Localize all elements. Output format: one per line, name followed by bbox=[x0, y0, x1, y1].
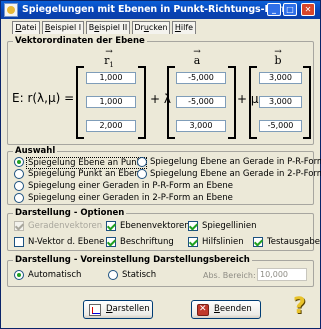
option-gerade-2p-an-ebene-radio[interactable] bbox=[14, 193, 24, 203]
testausgabe-label: Testausgabe bbox=[267, 237, 320, 247]
maximize-button[interactable]: □ bbox=[283, 3, 297, 16]
nvektor-checkbox[interactable] bbox=[14, 237, 24, 247]
darstellung-optionen-label: Darstellung - Optionen bbox=[13, 208, 127, 218]
equation-lhs: E: r(λ,μ) = bbox=[12, 91, 75, 105]
automatisch-radio[interactable] bbox=[14, 270, 24, 280]
option-gerade-pr-an-ebene[interactable]: Spiegelung einer Geraden in P-R-Form an … bbox=[28, 181, 233, 191]
voreinstellung-label: Darstellung - Voreinstellung Darstellung… bbox=[13, 255, 252, 265]
spiegellinien-checkbox[interactable] bbox=[188, 221, 198, 231]
b-header: → b bbox=[274, 47, 282, 67]
option-ebene-an-gerade-pr[interactable]: Spiegelung Ebene an Gerade in P-R-Form bbox=[150, 157, 321, 167]
a-bracket-left bbox=[167, 66, 175, 139]
ebenenvektoren-label: Ebenenvektoren bbox=[120, 221, 190, 231]
r1-bracket-left bbox=[76, 66, 84, 139]
hilfslinien-checkbox[interactable] bbox=[188, 237, 198, 247]
geradenvektoren-checkbox[interactable] bbox=[14, 221, 24, 231]
abs-bereich-label: Abs. Bereich: bbox=[203, 271, 256, 280]
option-gerade-pr-an-ebene-radio[interactable] bbox=[14, 181, 24, 191]
option-gerade-2p-an-ebene[interactable]: Spiegelung einer Geraden in 2-P-Form an … bbox=[28, 193, 233, 203]
menu-beispiel-2[interactable]: Beispiel II bbox=[86, 21, 130, 34]
r1-z-input[interactable]: 2,000 bbox=[86, 120, 136, 132]
option-ebene-an-gerade-2p-radio[interactable] bbox=[137, 169, 147, 179]
chart-icon bbox=[89, 304, 101, 316]
b-bracket-right bbox=[303, 66, 311, 139]
menu-bar: Datei Beispiel I Beispiel II Drucken Hil… bbox=[2, 20, 320, 34]
option-punkt-an-ebene[interactable]: Spiegelung Punkt an Ebene bbox=[28, 169, 145, 179]
a-z-input[interactable]: 3,000 bbox=[176, 120, 226, 132]
r1-bracket-right bbox=[138, 66, 146, 139]
a-bracket-right bbox=[228, 66, 236, 139]
option-ebene-an-gerade-2p[interactable]: Spiegelung Ebene an Gerade in 2-P-Form bbox=[150, 169, 321, 179]
darstellung-optionen-group: Darstellung - Optionen Geradenvektoren E… bbox=[7, 208, 320, 251]
hilfslinien-label: Hilfslinien bbox=[202, 237, 244, 247]
app-window: Spiegelungen mit Ebenen in Punkt-Richtun… bbox=[0, 0, 321, 329]
r1-header: → r1 bbox=[104, 47, 114, 70]
a-header: → a bbox=[193, 47, 201, 67]
exit-icon bbox=[197, 301, 209, 318]
title-bar: Spiegelungen mit Ebenen in Punkt-Richtun… bbox=[1, 1, 320, 19]
a-y-input[interactable]: -5,000 bbox=[176, 96, 226, 108]
auswahl-label: Auswahl bbox=[13, 146, 58, 156]
beschriftung-checkbox[interactable] bbox=[106, 237, 116, 247]
beschriftung-label: Beschriftung bbox=[120, 237, 174, 247]
statisch-radio[interactable] bbox=[108, 270, 118, 280]
nvektor-label: N-Vektor d. Ebene bbox=[28, 237, 105, 247]
option-ebene-an-punkt-radio[interactable] bbox=[14, 157, 24, 167]
geradenvektoren-label: Geradenvektoren bbox=[28, 221, 103, 231]
abs-bereich-input[interactable]: 10,000 bbox=[257, 268, 307, 281]
vector-coordinates-group: Vektorordinaten der Ebene E: r(λ,μ) = → r… bbox=[7, 36, 314, 145]
close-button[interactable]: ✕ bbox=[301, 3, 315, 16]
beenden-button[interactable]: Beenden bbox=[191, 300, 261, 319]
testausgabe-checkbox[interactable] bbox=[253, 237, 263, 247]
darstellen-button[interactable]: Darstellen bbox=[83, 300, 153, 319]
r1-y-input[interactable]: 1,000 bbox=[86, 96, 136, 108]
menu-beispiel-1[interactable]: Beispiel I bbox=[42, 21, 84, 34]
statisch-label[interactable]: Statisch bbox=[122, 270, 156, 280]
minimize-button[interactable]: _ bbox=[267, 3, 281, 16]
window-title: Spiegelungen mit Ebenen in Punkt-Richtun… bbox=[22, 4, 292, 15]
option-punkt-an-ebene-radio[interactable] bbox=[14, 169, 24, 179]
a-x-input[interactable]: -5,000 bbox=[176, 72, 226, 84]
b-x-input[interactable]: 3,000 bbox=[259, 72, 302, 84]
r1-x-input[interactable]: 1,000 bbox=[86, 72, 136, 84]
spiegellinien-label: Spiegellinien bbox=[202, 221, 257, 231]
b-z-input[interactable]: -5,000 bbox=[259, 120, 302, 132]
voreinstellung-group: Darstellung - Voreinstellung Darstellung… bbox=[7, 255, 314, 287]
ebenenvektoren-checkbox[interactable] bbox=[106, 221, 116, 231]
b-y-input[interactable]: 3,000 bbox=[259, 96, 302, 108]
vector-coordinates-label: Vektorordinaten der Ebene bbox=[13, 36, 147, 46]
menu-datei[interactable]: Datei bbox=[12, 21, 40, 34]
automatisch-label[interactable]: Automatisch bbox=[28, 270, 81, 280]
auswahl-group: Auswahl Spiegelung Ebene an Punkt Spiege… bbox=[7, 146, 321, 205]
help-icon[interactable]: ? bbox=[293, 294, 306, 319]
menu-drucken[interactable]: Drucken bbox=[132, 21, 170, 34]
b-bracket-left bbox=[249, 66, 257, 139]
option-ebene-an-gerade-pr-radio[interactable] bbox=[137, 157, 147, 167]
option-ebene-an-punkt[interactable]: Spiegelung Ebene an Punkt bbox=[26, 157, 147, 169]
menu-hilfe[interactable]: Hilfe bbox=[172, 21, 196, 34]
app-icon bbox=[4, 3, 18, 17]
